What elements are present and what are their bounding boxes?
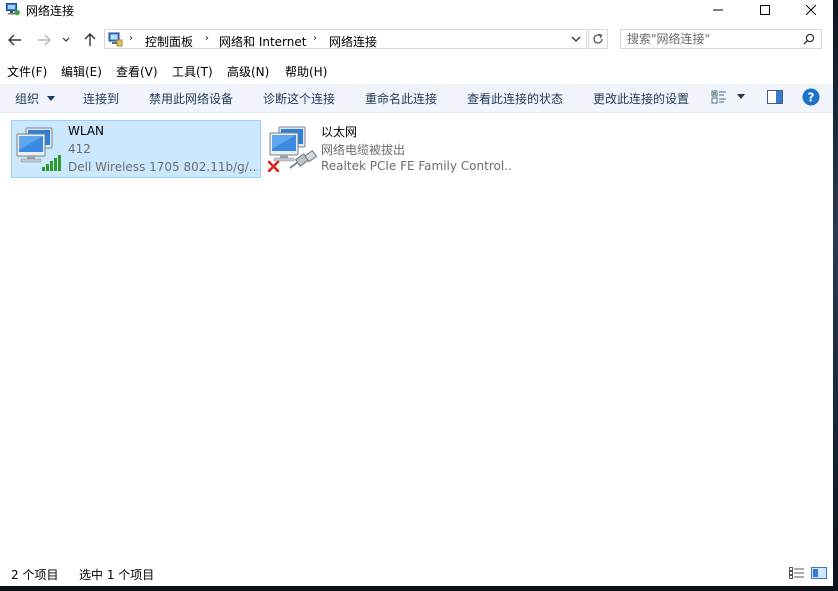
connection-status: 412 [68, 142, 91, 156]
network-folder-icon [6, 3, 20, 16]
view-status-button[interactable]: 查看此连接的状态 [467, 90, 563, 107]
connections-list: WLAN 412 Dell Wireless 1705 802.11b/g/..… [0, 113, 833, 558]
breadcrumb-network-internet[interactable]: 网络和 Internet [219, 33, 306, 50]
control-panel-icon [108, 32, 123, 47]
connection-item-wlan[interactable]: WLAN 412 Dell Wireless 1705 802.11b/g/..… [11, 120, 261, 178]
item-count: 2 个项目 [11, 568, 59, 582]
menu-help[interactable]: 帮助(H) [285, 63, 327, 80]
minimize-button[interactable] [695, 0, 741, 20]
disable-device-button[interactable]: 禁用此网络设备 [149, 90, 233, 107]
ethernet-disconnected-icon [268, 126, 318, 172]
forward-button[interactable] [35, 31, 53, 49]
window-title: 网络连接 [26, 4, 75, 18]
breadcrumb-separator-icon: › [205, 33, 209, 44]
svg-text:?: ? [808, 91, 815, 105]
connection-status: 网络电缆被拔出 [321, 143, 406, 157]
close-icon [806, 5, 816, 15]
status-bar: 2 个项目 选中 1 个项目 [0, 562, 833, 586]
menu-edit[interactable]: 编辑(E) [61, 63, 102, 80]
navigation-row: › 控制面板 › 网络和 Internet › 网络连接 [0, 28, 833, 52]
rename-button[interactable]: 重命名此连接 [365, 90, 437, 107]
breadcrumb-control-panel[interactable]: 控制面板 [145, 33, 193, 50]
minimize-icon [713, 9, 723, 11]
breadcrumb-separator-icon: › [313, 33, 317, 44]
network-connections-window: 网络连接 › 控制面板 › 网络和 Internet › 网络连接 搜索"网络连… [0, 0, 833, 586]
connection-device: Realtek PCIe FE Family Control... [321, 159, 511, 173]
title-bar: 网络连接 [0, 0, 833, 20]
details-view-icon[interactable] [789, 567, 805, 579]
maximize-button[interactable] [742, 0, 788, 20]
refresh-icon [593, 33, 603, 44]
view-options-caret-icon[interactable] [737, 94, 746, 100]
refresh-button[interactable] [588, 29, 608, 49]
menu-view[interactable]: 查看(V) [116, 63, 158, 80]
preview-pane-icon[interactable] [767, 90, 783, 104]
connection-device: Dell Wireless 1705 802.11b/g/... [68, 160, 258, 174]
connection-name: 以太网 [321, 125, 358, 139]
help-icon[interactable]: ? [802, 88, 820, 106]
search-icon[interactable] [803, 33, 815, 45]
change-view-icon[interactable] [711, 89, 727, 105]
menu-bar: 文件(F) 编辑(E) 查看(V) 工具(T) 高级(N) 帮助(H) [0, 61, 833, 81]
menu-advanced[interactable]: 高级(N) [227, 63, 269, 80]
search-input[interactable] [627, 32, 797, 46]
connection-item-ethernet[interactable]: 以太网 网络电缆被拔出 Realtek PCIe FE Family Contr… [265, 120, 515, 178]
desktop-background [833, 0, 838, 591]
arrow-right-icon [38, 34, 51, 46]
breadcrumb-network-connections[interactable]: 网络连接 [329, 33, 377, 50]
arrow-left-icon [8, 34, 21, 46]
address-bar[interactable]: › 控制面板 › 网络和 Internet › 网络连接 [104, 29, 587, 49]
organize-button[interactable]: 组织 [15, 90, 55, 107]
command-bar: 组织 连接到 禁用此网络设备 诊断这个连接 重命名此连接 查看此连接的状态 更改… [0, 84, 833, 113]
chevron-down-icon [62, 37, 70, 42]
up-button[interactable] [81, 31, 99, 49]
search-box [620, 29, 822, 49]
change-settings-button[interactable]: 更改此连接的设置 [593, 90, 689, 107]
breadcrumb-separator-icon: › [129, 33, 133, 44]
recent-locations-button[interactable] [60, 31, 72, 49]
connection-name: WLAN [68, 124, 105, 138]
tiles-view-icon[interactable] [811, 567, 827, 579]
chevron-down-icon[interactable] [571, 33, 581, 45]
back-button[interactable] [6, 31, 24, 49]
organize-label: 组织 [15, 92, 40, 106]
diagnose-button[interactable]: 诊断这个连接 [263, 90, 335, 107]
arrow-up-icon [84, 33, 96, 46]
selected-count: 选中 1 个项目 [79, 568, 155, 582]
maximize-icon [760, 5, 770, 15]
connect-to-button[interactable]: 连接到 [83, 90, 119, 107]
menu-file[interactable]: 文件(F) [7, 63, 47, 80]
close-button[interactable] [788, 0, 833, 20]
desktop-background [0, 586, 838, 591]
caret-down-icon [46, 96, 55, 101]
wireless-network-icon [16, 127, 61, 171]
menu-tools[interactable]: 工具(T) [172, 63, 213, 80]
